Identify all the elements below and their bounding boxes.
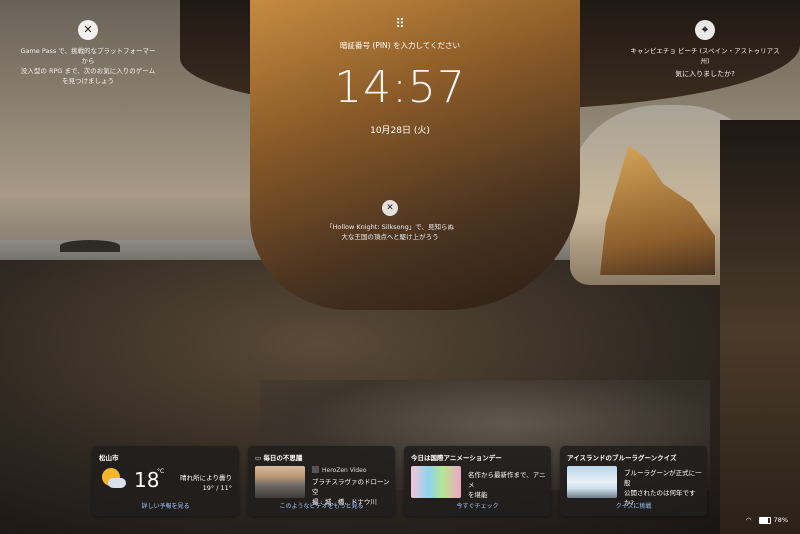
anime-line-2: を堪能	[468, 491, 488, 499]
weather-unit: °C	[157, 468, 165, 475]
promo-line-2: 没入型の RPG まで、次のお気に入りのゲーム	[20, 67, 156, 75]
news-card[interactable]: ▭ 毎日の不思議 HeroZen Video ブラチスラヴァのドローン空 撮 :…	[248, 446, 395, 516]
battery-icon	[759, 516, 772, 524]
weather-temp: 18	[134, 468, 160, 492]
anime-thumbnail[interactable]	[411, 466, 461, 498]
quiz-line-2: 公開されたのは何年です	[624, 489, 696, 497]
anime-card[interactable]: 今日は国際アニメーションデー 名作から最新作まで、アニメ を堪能 今すぐチェック	[404, 446, 551, 516]
pin-prompt[interactable]: ⠿ 暗証番号 (PIN) を入力してください	[300, 18, 500, 51]
quiz-card[interactable]: アイスランドのブルーラグーンクイズ ブルーラグーンが正式に一般 公開されたのは何…	[560, 446, 707, 516]
source-logo-icon	[312, 466, 319, 473]
check-now-link[interactable]: 今すぐチェック	[404, 501, 551, 510]
weather-card[interactable]: 松山市 18 °C 晴れ所により曇り 19° / 11° 詳しい予報を見る	[92, 446, 239, 516]
anime-text: 名作から最新作まで、アニメ を堪能	[468, 470, 546, 500]
location-pin-icon: ⌖	[695, 20, 715, 40]
weather-forecast-link[interactable]: 詳しい予報を見る	[92, 501, 239, 510]
location-text: キャンピエチョ ビーチ (スペイン・アストゥリアス州)	[630, 47, 780, 65]
battery-status[interactable]: 78%	[759, 516, 788, 524]
temp-range: 19° / 11°	[202, 484, 232, 492]
promo-line-1: Game Pass で、挑戦的なプラットフォーマーから	[20, 47, 156, 65]
wifi-icon[interactable]: ◠	[746, 516, 752, 524]
more-videos-link[interactable]: このようなビデオをもっと見る	[248, 501, 395, 510]
quiz-link[interactable]: クイズに挑戦	[560, 501, 707, 510]
news-title-text: 毎日の不思議	[263, 454, 303, 462]
quiz-card-title: アイスランドのブルーラグーンクイズ	[567, 454, 677, 462]
xbox-icon: ✕	[382, 200, 398, 216]
promo-line-3: を見つけましょう	[62, 77, 114, 85]
battery-percent: 78%	[773, 516, 788, 524]
status-tray: ◠ 78%	[746, 516, 788, 524]
quiz-thumbnail[interactable]	[567, 466, 617, 498]
anime-line-1: 名作から最新作まで、アニメ	[468, 471, 546, 489]
pin-prompt-text: 暗証番号 (PIN) を入力してください	[339, 41, 460, 50]
xbox-icon: ✕	[78, 20, 98, 40]
news-card-title: ▭ 毎日の不思議	[255, 452, 302, 462]
condition-text: 晴れ所により曇り	[180, 474, 232, 482]
headline-line-1: ブラチスラヴァのドローン空	[312, 478, 390, 496]
notice-line-2: 大な王国の頂点へと駆け上がろう	[341, 233, 439, 241]
partly-cloudy-icon	[100, 468, 126, 494]
spotlight-info[interactable]: ⌖ キャンピエチョ ビーチ (スペイン・アストゥリアス州) 気に入りましたか?	[630, 20, 780, 79]
news-source: HeroZen Video	[312, 466, 367, 474]
weather-city: 松山市	[99, 454, 119, 462]
clock-time: 14:57	[334, 62, 466, 113]
news-source-name: HeroZen Video	[322, 467, 367, 474]
keypad-icon: ⠿	[395, 17, 405, 32]
news-thumbnail[interactable]	[255, 466, 305, 498]
like-question[interactable]: 気に入りましたか?	[630, 69, 780, 79]
clock-date: 10月28日 (火)	[370, 126, 430, 136]
quiz-line-1: ブルーラグーンが正式に一般	[624, 469, 702, 487]
game-notice[interactable]: ✕ 「Hollow Knight: Silksong」で、見知らぬ 大な王国の頂…	[315, 200, 465, 242]
notice-line-1: 「Hollow Knight: Silksong」で、見知らぬ	[326, 223, 454, 231]
game-pass-promo[interactable]: ✕ Game Pass で、挑戦的なプラットフォーマーから 没入型の RPG ま…	[18, 20, 158, 86]
anime-card-title: 今日は国際アニメーションデー	[411, 454, 502, 462]
weather-condition: 晴れ所により曇り 19° / 11°	[180, 473, 232, 493]
